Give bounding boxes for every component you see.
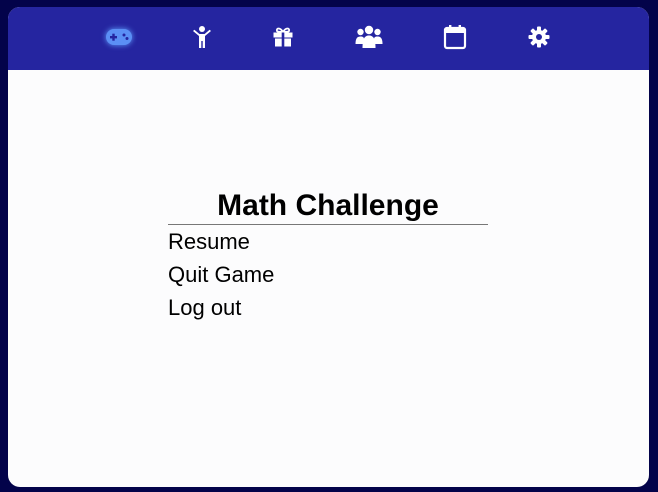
log-out-menu-item[interactable]: Log out [168,291,488,324]
group-icon [355,25,383,48]
pause-menu: Math Challenge Resume Quit Game Log out [168,190,488,324]
person-icon [193,26,211,48]
nav-profile-button[interactable] [185,20,219,54]
nav-calendar-button[interactable] [438,20,472,54]
gear-icon [528,26,550,48]
menu-title: Math Challenge [168,190,488,225]
nav-games-button[interactable] [102,20,136,54]
nav-rewards-button[interactable] [266,20,300,54]
resume-menu-item[interactable]: Resume [168,225,488,258]
gift-icon [273,27,293,47]
game-window: Math Challenge Resume Quit Game Log out [8,7,649,487]
nav-friends-button[interactable] [352,20,386,54]
nav-settings-button[interactable] [522,20,556,54]
gamepad-icon [106,29,132,45]
calendar-icon [443,25,467,50]
quit-game-menu-item[interactable]: Quit Game [168,258,488,291]
top-nav-bar [8,7,649,70]
